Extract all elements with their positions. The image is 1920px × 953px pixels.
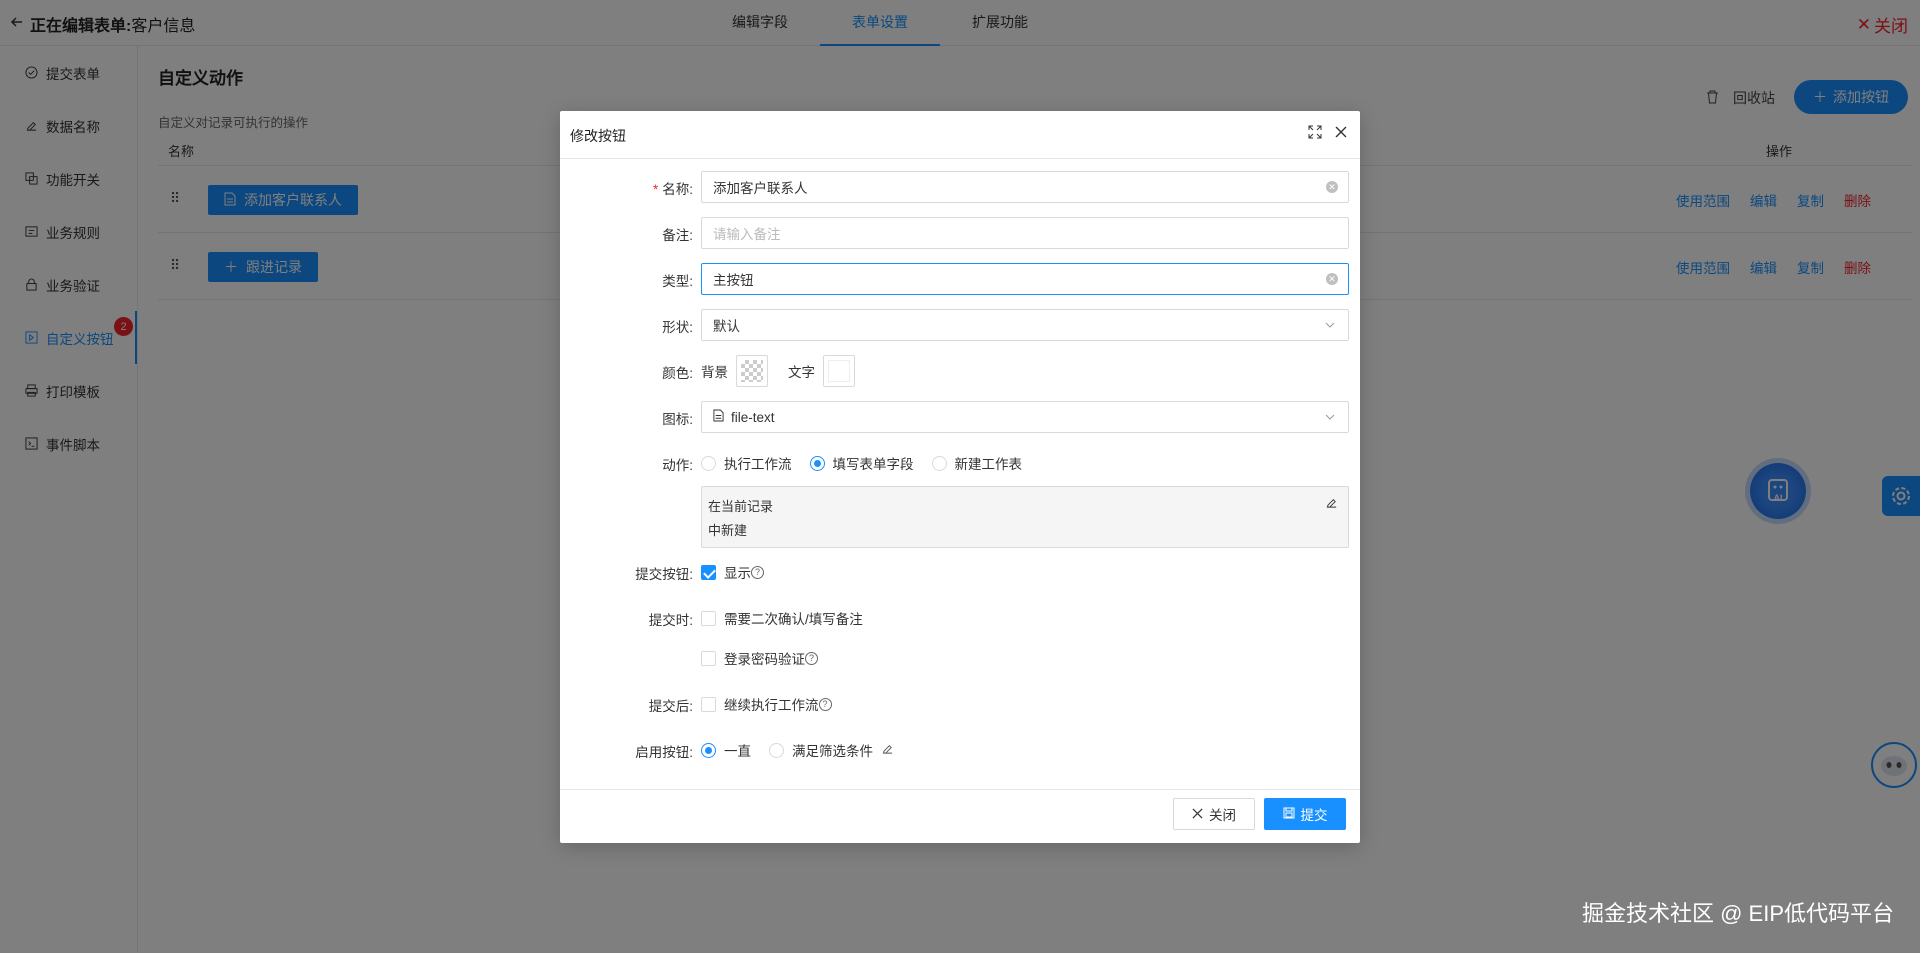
enable-radio-group: 一直 满足筛选条件 [701, 740, 894, 760]
radio-label: 填写表单字段 [832, 457, 914, 472]
clear-icon[interactable]: ✕ [1326, 273, 1338, 285]
enable-option-always[interactable]: 一直 [701, 740, 751, 760]
enable-label: 启用按钮: [635, 745, 693, 760]
close-icon[interactable] [1334, 125, 1348, 142]
submit-button-label: 提交按钮: [635, 567, 693, 582]
name-input[interactable]: 添加客户联系人 ✕ [701, 171, 1349, 203]
chevron-down-icon [1324, 319, 1336, 334]
help-icon[interactable]: ? [805, 651, 818, 665]
on-submit-label: 提交时: [648, 613, 693, 628]
edit-icon[interactable] [881, 742, 894, 758]
checkbox [701, 610, 716, 626]
name-label: * 名称: [652, 182, 693, 197]
enable-option-filter[interactable]: 满足筛选条件 [769, 740, 894, 760]
transparent-swatch [741, 360, 763, 382]
radio-dot-checked [809, 455, 825, 471]
background-color-picker[interactable] [736, 355, 768, 387]
color-text-label: 文字 [788, 365, 815, 380]
radio-label: 满足筛选条件 [792, 744, 873, 759]
dialog-tools [1308, 125, 1348, 142]
checkbox [701, 650, 716, 666]
checkbox [701, 696, 716, 712]
shape-select[interactable]: 默认 [701, 309, 1349, 341]
continue-workflow-checkbox[interactable]: 继续执行工作流? [701, 694, 832, 714]
color-bg-label: 背景 [701, 365, 728, 380]
icon-select[interactable]: file-text [701, 401, 1349, 433]
edit-icon[interactable] [1325, 493, 1338, 517]
action-option-fill-field[interactable]: 填写表单字段 [809, 453, 914, 473]
radio-label: 执行工作流 [724, 457, 792, 472]
continue-workflow-label: 继续执行工作流 [724, 698, 819, 713]
submit-button-label: 提交 [1300, 808, 1328, 823]
radio-dot [931, 455, 947, 471]
radio-dot [701, 455, 716, 471]
password-label: 登录密码验证 [724, 652, 805, 667]
icon-select-value: file-text [731, 409, 775, 425]
radio-label: 一直 [724, 744, 751, 759]
show-submit-checkbox[interactable]: 显示? [701, 562, 764, 582]
watermark-text: 掘金技术社区 @ EIP低代码平台 [1581, 901, 1894, 926]
radio-dot-checked [701, 742, 716, 758]
required-mark: * [652, 182, 659, 197]
dialog-header: 修改按钮 [560, 111, 1360, 159]
close-icon [1192, 807, 1203, 822]
after-submit-label: 提交后: [648, 699, 693, 714]
dialog-title: 修改按钮 [570, 128, 626, 144]
edit-button-dialog: 修改按钮 * 名称: 添加客户联系人 ✕ 备注: 请输入备注 类型: 主按钮 ✕ … [560, 111, 1360, 843]
password-checkbox[interactable]: 登录密码验证? [701, 648, 818, 668]
confirm-checkbox[interactable]: 需要二次确认/填写备注 [701, 608, 863, 628]
remark-placeholder: 请输入备注 [713, 227, 781, 242]
action-desc-line: 中新建 [708, 523, 748, 538]
action-label: 动作: [662, 458, 693, 473]
type-select-value: 主按钮 [713, 273, 754, 288]
white-swatch [828, 360, 850, 382]
action-radio-group: 执行工作流 填写表单字段 新建工作表 [701, 453, 1022, 473]
color-label: 颜色: [662, 366, 693, 381]
help-icon[interactable]: ? [751, 565, 764, 579]
close-button-label: 关闭 [1209, 808, 1236, 823]
shape-label: 形状: [662, 320, 693, 335]
remark-input[interactable]: 请输入备注 [701, 217, 1349, 249]
action-description-box: 在当前记录 中新建 [701, 486, 1349, 548]
action-option-workflow[interactable]: 执行工作流 [701, 453, 792, 473]
checkbox-checked [701, 564, 716, 580]
show-label: 显示 [724, 566, 751, 581]
name-input-value: 添加客户联系人 [713, 181, 808, 196]
color-pickers: 背景 文字 [701, 355, 867, 387]
close-button[interactable]: 关闭 [1173, 798, 1255, 830]
type-label: 类型: [662, 274, 693, 289]
help-icon[interactable]: ? [818, 697, 832, 711]
type-select[interactable]: 主按钮 ✕ [701, 263, 1349, 295]
icon-label: 图标: [662, 412, 693, 427]
text-color-picker[interactable] [823, 355, 855, 387]
action-desc-line: 在当前记录 [708, 499, 774, 514]
action-option-new-sheet[interactable]: 新建工作表 [931, 453, 1023, 473]
file-text-icon [713, 409, 724, 425]
chevron-down-icon [1324, 411, 1336, 426]
radio-dot [769, 742, 784, 758]
fullscreen-icon[interactable] [1308, 125, 1322, 142]
clear-icon[interactable]: ✕ [1326, 181, 1338, 193]
save-icon [1283, 807, 1295, 822]
shape-select-value: 默认 [713, 319, 740, 334]
radio-label: 新建工作表 [954, 457, 1023, 472]
submit-button[interactable]: 提交 [1264, 798, 1346, 830]
dialog-footer: 关闭 提交 [560, 789, 1360, 843]
confirm-label: 需要二次确认/填写备注 [724, 612, 863, 627]
remark-label: 备注: [662, 228, 693, 243]
dialog-body: * 名称: 添加客户联系人 ✕ 备注: 请输入备注 类型: 主按钮 ✕ 形状: 默… [560, 159, 1360, 789]
